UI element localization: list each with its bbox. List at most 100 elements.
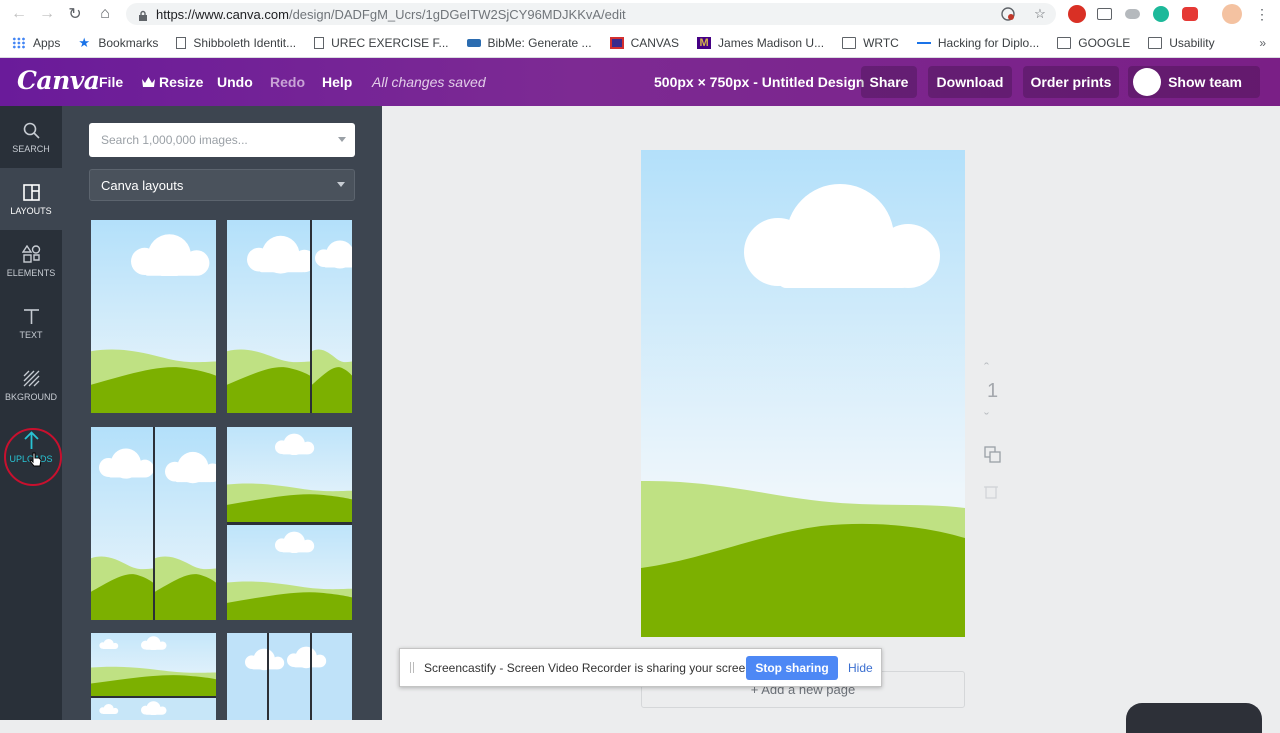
book-icon bbox=[466, 38, 481, 47]
layouts-panel: Search 1,000,000 images... Canva layouts bbox=[62, 106, 382, 720]
resize-menu[interactable]: Resize bbox=[142, 74, 203, 90]
rail-background[interactable]: BKGROUND bbox=[0, 354, 62, 416]
layout-thumbnail-5[interactable] bbox=[91, 633, 216, 720]
image-search-input[interactable]: Search 1,000,000 images... bbox=[89, 123, 355, 157]
layout-thumbnail-4[interactable] bbox=[227, 427, 352, 620]
bookmark-urec[interactable]: UREC EXERCISE F... bbox=[314, 35, 449, 50]
cast-icon[interactable] bbox=[1097, 8, 1112, 20]
layout-preview bbox=[227, 633, 352, 720]
rail-label: LAYOUTS bbox=[10, 206, 52, 216]
reload-icon[interactable]: ↻ bbox=[60, 0, 90, 28]
bookmark-bibme[interactable]: BibMe: Generate ... bbox=[466, 35, 592, 50]
left-rail: SEARCH LAYOUTS ELEMENTS TEXT BKGROUND UP… bbox=[0, 106, 62, 720]
layout-thumbnail-3[interactable] bbox=[91, 427, 216, 620]
canva-logo[interactable]: Canva bbox=[17, 66, 100, 95]
undo-button[interactable]: Undo bbox=[217, 74, 253, 90]
extension-m-icon[interactable] bbox=[1153, 6, 1169, 22]
bookmarks-bar: Apps ★ Bookmarks Shibboleth Identit... UR… bbox=[0, 28, 1280, 58]
cloud-extension-icon[interactable] bbox=[1125, 9, 1140, 19]
text-icon bbox=[21, 306, 41, 326]
help-menu[interactable]: Help bbox=[322, 74, 352, 90]
layout-thumbnail-2[interactable] bbox=[227, 220, 352, 413]
rail-layouts[interactable]: LAYOUTS bbox=[0, 168, 62, 230]
screen-share-notification: Screencastify - Screen Video Recorder is… bbox=[399, 648, 882, 687]
star-icon: ★ bbox=[78, 34, 91, 50]
crown-icon bbox=[142, 74, 155, 90]
background-icon bbox=[21, 368, 41, 388]
layout-filter-select[interactable]: Canva layouts bbox=[89, 169, 355, 201]
bookmark-bookmarks[interactable]: ★ Bookmarks bbox=[78, 36, 158, 50]
shapes-icon bbox=[21, 244, 41, 264]
move-down-icon[interactable]: ˇ bbox=[984, 410, 989, 427]
bookmark-usability[interactable]: Usability bbox=[1148, 35, 1215, 50]
redo-button[interactable]: Redo bbox=[270, 74, 305, 90]
more-bookmarks-icon[interactable]: » bbox=[1259, 36, 1266, 50]
show-team-label: Show team bbox=[1168, 74, 1242, 90]
jmu-icon: M bbox=[697, 36, 712, 49]
home-icon[interactable]: ⌂ bbox=[90, 0, 120, 28]
extension-icon[interactable] bbox=[1068, 5, 1086, 23]
site-settings-icon[interactable] bbox=[998, 4, 1018, 24]
avatar[interactable] bbox=[1133, 68, 1161, 96]
layout-thumbnail-6[interactable] bbox=[227, 633, 352, 720]
bookmark-apps[interactable]: Apps bbox=[12, 36, 60, 50]
folder-icon bbox=[1057, 36, 1072, 49]
lock-icon bbox=[138, 9, 148, 21]
rail-text[interactable]: TEXT bbox=[0, 292, 62, 354]
bookmark-google[interactable]: GOOGLE bbox=[1057, 36, 1130, 50]
menu-icon[interactable]: ⋮ bbox=[1252, 4, 1272, 24]
bookmark-canvas[interactable]: CANVAS bbox=[609, 36, 679, 50]
screencastify-icon[interactable] bbox=[1182, 7, 1198, 21]
share-button[interactable]: Share bbox=[861, 66, 917, 98]
bookmark-label: Apps bbox=[33, 35, 61, 50]
star-icon[interactable]: ☆ bbox=[1030, 4, 1050, 24]
rail-search[interactable]: SEARCH bbox=[0, 106, 62, 168]
bookmark-label: Hacking for Diplo... bbox=[937, 35, 1040, 50]
download-button[interactable]: Download bbox=[928, 66, 1012, 98]
address-bar[interactable]: https://www.canva.com/design/DADFgM_Ucrs… bbox=[126, 3, 1056, 25]
design-page[interactable] bbox=[641, 150, 965, 637]
bookmark-label: BibMe: Generate ... bbox=[487, 35, 592, 50]
rail-elements[interactable]: ELEMENTS bbox=[0, 230, 62, 292]
file-menu[interactable]: File bbox=[99, 74, 123, 90]
drag-handle-icon[interactable] bbox=[410, 662, 414, 673]
layout-preview bbox=[91, 427, 216, 620]
link-icon bbox=[916, 41, 931, 44]
page-icon bbox=[176, 36, 187, 49]
layout-thumbnail-1[interactable] bbox=[91, 220, 216, 413]
layout-preview bbox=[227, 220, 352, 413]
design-title[interactable]: 500px × 750px - Untitled Design bbox=[654, 74, 864, 90]
delete-page-icon[interactable] bbox=[984, 484, 998, 503]
url-host: https://www.canva.com bbox=[156, 6, 289, 22]
design-page-art bbox=[641, 150, 965, 637]
layout-preview bbox=[91, 633, 216, 720]
order-prints-button[interactable]: Order prints bbox=[1023, 66, 1119, 98]
forward-icon[interactable]: → bbox=[32, 0, 62, 28]
bookmark-shibboleth[interactable]: Shibboleth Identit... bbox=[176, 36, 296, 50]
folder-icon bbox=[842, 36, 857, 49]
bookmark-hacking[interactable]: Hacking for Diplo... bbox=[916, 35, 1040, 50]
rail-label: SEARCH bbox=[12, 144, 50, 154]
duplicate-page-icon[interactable] bbox=[984, 446, 1001, 467]
folder-icon bbox=[1148, 36, 1163, 49]
hide-link[interactable]: Hide bbox=[848, 661, 873, 675]
bookmark-jmu[interactable]: M James Madison U... bbox=[697, 36, 824, 50]
rail-label: BKGROUND bbox=[4, 392, 57, 402]
profile-icon[interactable] bbox=[1222, 4, 1242, 24]
move-up-icon[interactable]: ˆ bbox=[984, 360, 989, 377]
help-widget[interactable] bbox=[1126, 703, 1262, 733]
bookmark-label: WRTC bbox=[863, 35, 899, 50]
back-icon[interactable]: ← bbox=[4, 0, 34, 28]
layouts-icon bbox=[21, 182, 41, 202]
bookmark-label: Usability bbox=[1169, 35, 1215, 50]
apps-grid-icon bbox=[12, 36, 26, 49]
stop-sharing-button[interactable]: Stop sharing bbox=[746, 656, 838, 680]
bookmark-label: UREC EXERCISE F... bbox=[331, 35, 449, 50]
layout-filter-label: Canva layouts bbox=[101, 177, 184, 193]
mouse-cursor-icon bbox=[29, 452, 42, 472]
bookmark-wrtc[interactable]: WRTC bbox=[842, 36, 899, 50]
rail-label: TEXT bbox=[19, 330, 43, 340]
bookmark-label: Shibboleth Identit... bbox=[193, 35, 297, 50]
url-path: /design/DADFgM_Ucrs/1gDGeITW2SjCY96MDJKK… bbox=[288, 6, 626, 22]
bookmark-label: James Madison U... bbox=[718, 35, 825, 50]
